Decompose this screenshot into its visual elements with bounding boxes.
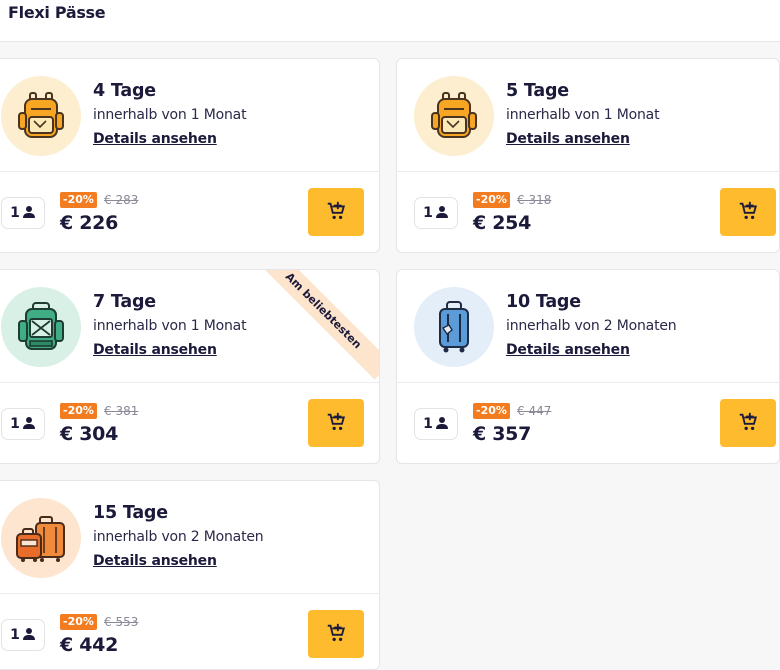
discount-badge: -20% (473, 403, 510, 419)
backpack-icon (414, 76, 494, 156)
add-to-cart-button[interactable] (308, 188, 364, 236)
discount-badge: -20% (60, 192, 97, 208)
traveler-count: 1 (423, 416, 433, 432)
discount-badge: -20% (473, 192, 510, 208)
details-link[interactable]: Details ansehen (506, 342, 630, 358)
traveler-count: 1 (10, 627, 20, 643)
add-to-cart-button[interactable] (308, 610, 364, 658)
add-to-cart-icon (325, 200, 347, 225)
add-to-cart-icon (737, 200, 759, 225)
old-price: € 381 (104, 404, 139, 418)
pass-validity: innerhalb von 1 Monat (93, 318, 247, 334)
add-to-cart-button[interactable] (720, 399, 776, 447)
person-icon (22, 204, 36, 223)
add-to-cart-icon (325, 411, 347, 436)
pass-validity: innerhalb von 1 Monat (93, 107, 247, 123)
pass-card-5-tage: 5 Tage innerhalb von 1 Monat Details ans… (396, 58, 780, 253)
pass-validity: innerhalb von 2 Monaten (506, 318, 677, 334)
traveler-selector[interactable]: 1 (414, 408, 458, 440)
divider (0, 171, 379, 172)
pass-validity: innerhalb von 1 Monat (506, 107, 660, 123)
traveler-count: 1 (10, 416, 20, 432)
divider (0, 593, 379, 594)
person-icon (22, 415, 36, 434)
backpack-icon (1, 76, 81, 156)
add-to-cart-button[interactable] (308, 399, 364, 447)
divider (397, 171, 779, 172)
page-header: Flexi Pässe (0, 0, 780, 42)
pass-card-10-tage: 10 Tage innerhalb von 2 Monaten Details … (396, 269, 780, 464)
old-price: € 318 (517, 193, 552, 207)
discount-badge: -20% (60, 614, 97, 630)
traveler-selector[interactable]: 1 (414, 197, 458, 229)
pass-card-7-tage: Am beliebtesten 7 Tage innerhalb von 1 M… (0, 269, 380, 464)
price: € 304 (60, 423, 118, 445)
pass-name: 4 Tage (93, 81, 156, 101)
add-to-cart-button[interactable] (720, 188, 776, 236)
pass-card-15-tage: 15 Tage innerhalb von 2 Monaten Details … (0, 480, 380, 670)
add-to-cart-icon (325, 622, 347, 647)
traveler-count: 1 (423, 205, 433, 221)
price: € 357 (473, 423, 531, 445)
details-link[interactable]: Details ansehen (93, 342, 217, 358)
green-backpack-icon (1, 287, 81, 367)
pass-name: 7 Tage (93, 292, 156, 312)
traveler-selector[interactable]: 1 (1, 408, 45, 440)
discount-badge: -20% (60, 403, 97, 419)
divider (0, 382, 379, 383)
person-icon (435, 415, 449, 434)
popular-ribbon: Am beliebtesten (260, 270, 379, 389)
luggage-set-icon (1, 498, 81, 578)
old-price: € 553 (104, 615, 139, 629)
page-title: Flexi Pässe (8, 3, 106, 22)
price: € 442 (60, 634, 118, 656)
details-link[interactable]: Details ansehen (506, 131, 630, 147)
pass-name: 10 Tage (506, 292, 581, 312)
traveler-selector[interactable]: 1 (1, 197, 45, 229)
details-link[interactable]: Details ansehen (93, 553, 217, 569)
suitcase-icon (414, 287, 494, 367)
price: € 254 (473, 212, 531, 234)
details-link[interactable]: Details ansehen (93, 131, 217, 147)
divider (397, 382, 779, 383)
traveler-count: 1 (10, 205, 20, 221)
pass-validity: innerhalb von 2 Monaten (93, 529, 264, 545)
person-icon (435, 204, 449, 223)
price: € 226 (60, 212, 118, 234)
person-icon (22, 626, 36, 645)
add-to-cart-icon (737, 411, 759, 436)
pass-name: 5 Tage (506, 81, 569, 101)
old-price: € 447 (517, 404, 552, 418)
pass-card-4-tage: 4 Tage innerhalb von 1 Monat Details ans… (0, 58, 380, 253)
traveler-selector[interactable]: 1 (1, 619, 45, 651)
ribbon-label: Am beliebtesten (260, 270, 379, 380)
old-price: € 283 (104, 193, 139, 207)
pass-name: 15 Tage (93, 503, 168, 523)
